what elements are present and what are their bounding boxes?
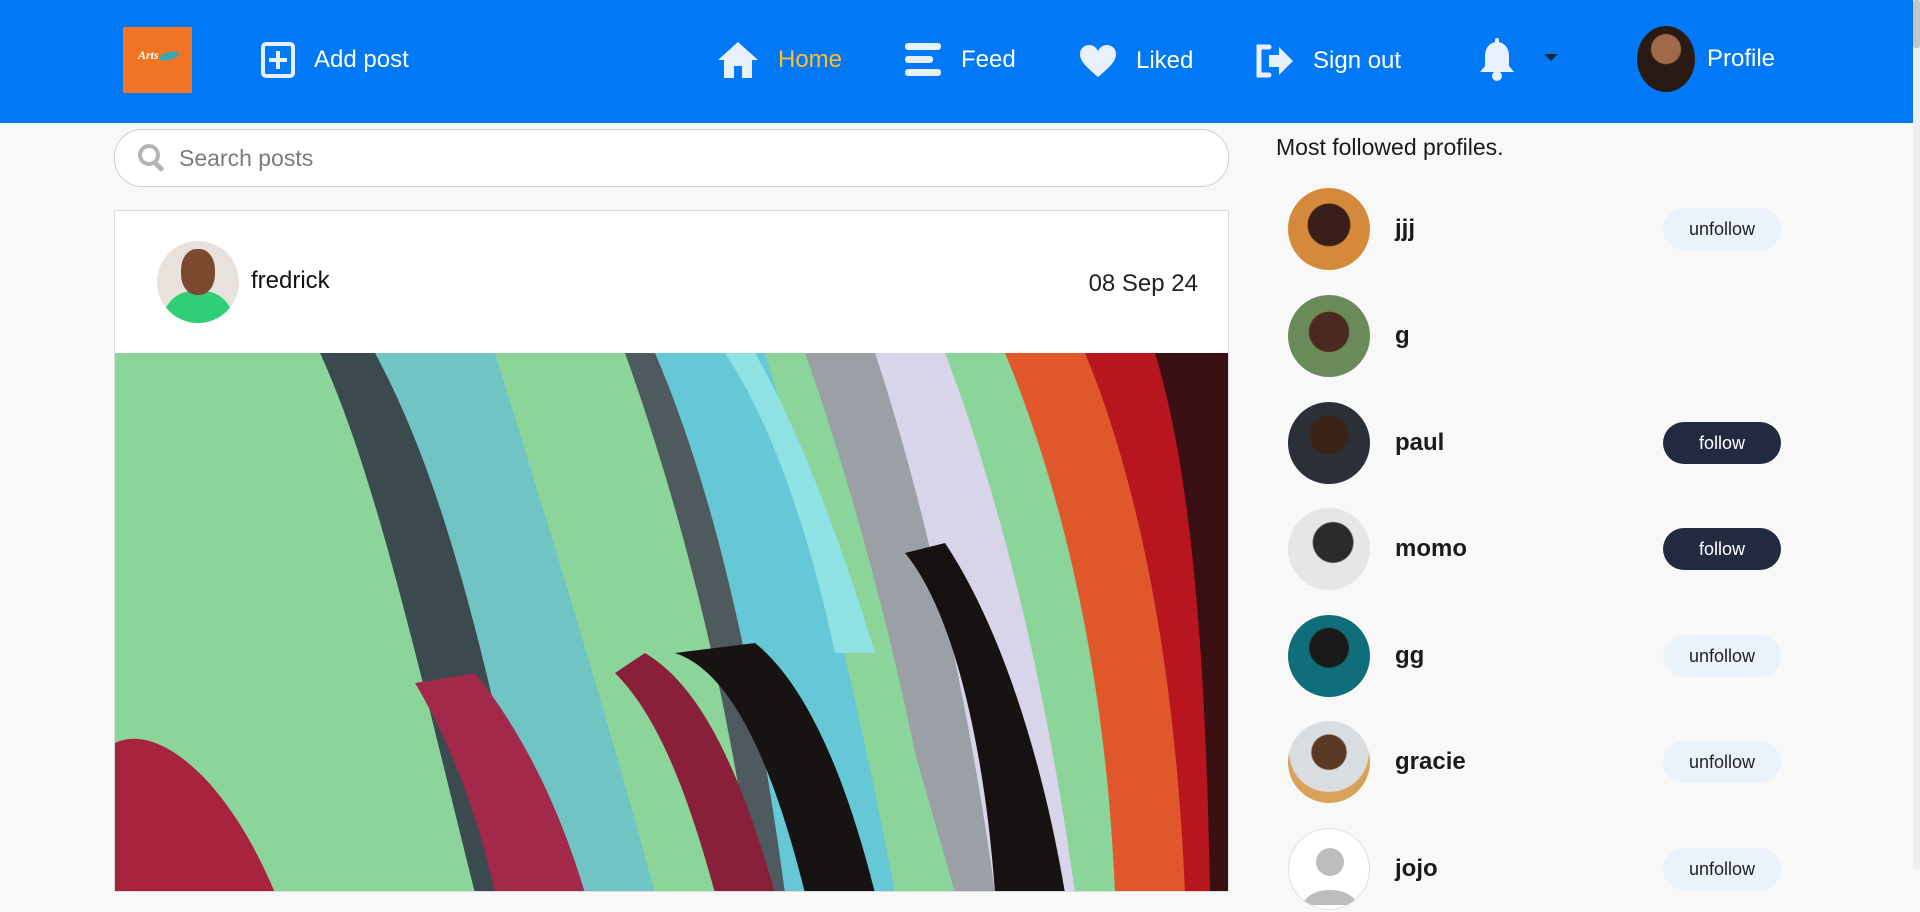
avatar xyxy=(1637,26,1695,92)
profile-row-momo: momo follow xyxy=(1288,508,1781,592)
post-author-name[interactable]: fredrick xyxy=(251,267,330,295)
profile-link[interactable]: Profile xyxy=(1637,26,1775,92)
add-post-label: Add post xyxy=(314,46,409,73)
post-image[interactable] xyxy=(115,353,1228,891)
search-icon xyxy=(138,144,164,172)
scrollbar[interactable] xyxy=(1913,0,1920,869)
notifications-button[interactable] xyxy=(1478,38,1516,87)
unfollow-button[interactable]: unfollow xyxy=(1663,741,1781,783)
bell-icon xyxy=(1480,38,1514,81)
nav-home[interactable]: Home xyxy=(716,40,842,80)
avatar[interactable] xyxy=(1288,295,1370,377)
search-input[interactable] xyxy=(177,143,1181,173)
nav-feed[interactable]: Feed xyxy=(903,41,1016,79)
feed-label: Feed xyxy=(961,46,1016,73)
chevron-down-icon[interactable] xyxy=(1544,54,1558,61)
profile-row-jojo: jojo unfollow xyxy=(1288,828,1781,912)
profile-name[interactable]: gracie xyxy=(1395,748,1466,776)
post-card: fredrick 08 Sep 24 xyxy=(114,210,1229,892)
sign-out-icon xyxy=(1256,44,1293,78)
sign-out-label: Sign out xyxy=(1313,47,1402,74)
avatar[interactable] xyxy=(1288,508,1370,590)
unfollow-button[interactable]: unfollow xyxy=(1663,848,1781,890)
profile-name[interactable]: paul xyxy=(1395,429,1444,457)
avatar[interactable] xyxy=(1288,615,1370,697)
follow-button[interactable]: follow xyxy=(1663,528,1781,570)
liked-label: Liked xyxy=(1136,47,1194,74)
feed-icon xyxy=(905,43,941,76)
most-followed-title: Most followed profiles. xyxy=(1276,134,1504,160)
heart-icon xyxy=(1080,45,1116,77)
post-image-art xyxy=(115,353,1228,891)
profile-row-gg: gg unfollow xyxy=(1288,615,1781,699)
follow-button[interactable]: follow xyxy=(1663,422,1781,464)
search-bar xyxy=(114,129,1229,187)
profile-row-jjj: jjj unfollow xyxy=(1288,188,1781,272)
profile-label: Profile xyxy=(1707,45,1776,72)
plus-square-icon xyxy=(261,42,295,78)
profile-row-gracie: gracie unfollow xyxy=(1288,721,1781,805)
unfollow-button[interactable]: unfollow xyxy=(1663,208,1781,250)
post-date: 08 Sep 24 xyxy=(1088,270,1198,297)
nav-liked[interactable]: Liked xyxy=(1078,43,1193,79)
avatar[interactable] xyxy=(1288,828,1370,910)
home-icon xyxy=(718,42,758,78)
avatar[interactable] xyxy=(1288,188,1370,270)
add-post-link[interactable]: Add post xyxy=(260,41,409,79)
app-logo[interactable]: Arts xyxy=(123,27,192,93)
profile-row-paul: paul follow xyxy=(1288,402,1781,486)
default-avatar-icon xyxy=(1303,848,1357,905)
logo-text: Arts xyxy=(138,48,159,62)
profile-name[interactable]: momo xyxy=(1395,535,1467,563)
avatar[interactable] xyxy=(1288,721,1370,803)
profile-name[interactable]: jjj xyxy=(1395,215,1415,243)
post-author-avatar[interactable] xyxy=(157,241,239,323)
top-navbar: Arts Add post Home Feed Liked Sign out P… xyxy=(0,0,1913,123)
home-label: Home xyxy=(778,46,843,73)
profile-name[interactable]: gg xyxy=(1395,642,1424,670)
logo-swoosh xyxy=(158,49,180,63)
profile-row-g: g xyxy=(1288,295,1781,379)
unfollow-button[interactable]: unfollow xyxy=(1663,635,1781,677)
profile-name[interactable]: g xyxy=(1395,322,1410,350)
profile-name[interactable]: jojo xyxy=(1395,855,1438,883)
scrollbar-thumb[interactable] xyxy=(1913,0,1920,48)
avatar[interactable] xyxy=(1288,402,1370,484)
nav-sign-out[interactable]: Sign out xyxy=(1255,43,1401,79)
